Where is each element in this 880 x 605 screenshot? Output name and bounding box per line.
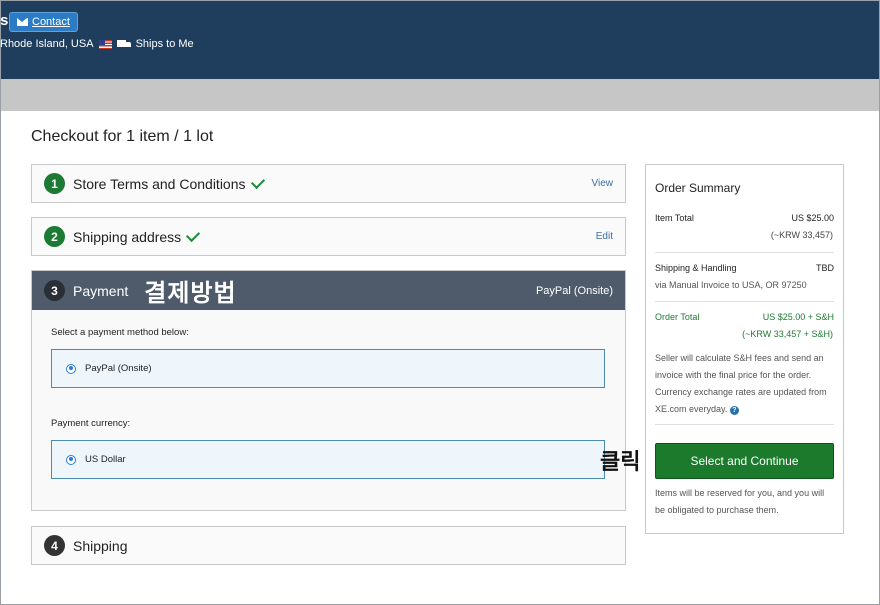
order-total-label: Order Total xyxy=(655,312,700,322)
payment-annotation: 결제방법 xyxy=(144,279,237,307)
header-title-fragment: s xyxy=(0,12,9,29)
sh-fee-note-text: Seller will calculate S&H fees and send … xyxy=(655,353,827,414)
order-total-row: Order Total US $25.00 + S&H xyxy=(655,312,834,322)
sh-fee-note: Seller will calculate S&H fees and send … xyxy=(655,350,835,418)
step-store-terms[interactable]: 1 Store Terms and Conditions View xyxy=(31,164,626,203)
site-header: s Contact Rhode Island, USA Ships to Me xyxy=(0,0,880,79)
edit-address-link[interactable]: Edit xyxy=(596,231,613,242)
step-label: Payment xyxy=(73,282,129,299)
step-number: 3 xyxy=(44,280,65,301)
item-total-value: US $25.00 xyxy=(791,213,834,223)
view-terms-link[interactable]: View xyxy=(592,178,614,189)
step-number: 1 xyxy=(44,173,65,194)
check-icon xyxy=(186,227,201,242)
order-total-value: US $25.00 + S&H xyxy=(762,312,834,322)
radio-selected[interactable] xyxy=(66,454,76,465)
click-annotation: 클릭 xyxy=(600,450,641,475)
check-icon xyxy=(250,174,265,189)
step-payment: 3 Payment 결제방법 PayPal (Onsite) Select a … xyxy=(31,270,626,511)
shipping-label: Shipping & Handling xyxy=(655,263,737,273)
divider xyxy=(655,301,834,302)
us-flag-icon xyxy=(98,39,112,49)
step-label: Shipping xyxy=(73,537,128,554)
select-and-continue-button[interactable]: Select and Continue xyxy=(655,443,834,479)
help-icon[interactable]: ? xyxy=(729,406,739,415)
selected-payment-summary: PayPal (Onsite) xyxy=(535,284,613,297)
shipping-row: Shipping & Handling TBD xyxy=(655,263,834,273)
step-label: Shipping address xyxy=(73,228,182,245)
item-total-label: Item Total xyxy=(655,213,694,223)
paypal-option-label: PayPal (Onsite) xyxy=(85,363,152,374)
page-title: Checkout for 1 item / 1 lot xyxy=(31,128,214,145)
payment-method-prompt: Select a payment method below: xyxy=(51,327,189,338)
divider xyxy=(655,252,834,253)
usd-option-label: US Dollar xyxy=(85,454,126,465)
item-total-row: Item Total US $25.00 xyxy=(655,213,834,223)
order-total-krw: (~KRW 33,457 + S&H) xyxy=(742,329,833,339)
item-total-krw: (~KRW 33,457) xyxy=(770,230,833,240)
shipping-value: TBD xyxy=(816,263,834,273)
step-shipping[interactable]: 4 Shipping xyxy=(31,526,626,565)
step-number: 2 xyxy=(44,226,65,247)
payment-currency-prompt: Payment currency: xyxy=(51,418,131,429)
sub-header-bar xyxy=(0,79,880,111)
step-number: 4 xyxy=(44,535,65,556)
seller-location: Rhode Island, USA Ships to Me xyxy=(0,38,194,50)
truck-icon xyxy=(116,39,131,49)
radio-selected[interactable] xyxy=(66,363,76,374)
reserve-note: Items will be reserved for you, and you … xyxy=(655,488,825,515)
step-label: Store Terms and Conditions xyxy=(73,175,246,192)
divider xyxy=(655,424,834,425)
paypal-option[interactable]: PayPal (Onsite) xyxy=(51,349,605,388)
shipping-via: via Manual Invoice to USA, OR 97250 xyxy=(655,280,807,290)
order-summary-title: Order Summary xyxy=(655,181,741,195)
payment-header: 3 Payment 결제방법 PayPal (Onsite) xyxy=(32,271,625,310)
contact-button[interactable]: Contact xyxy=(9,12,78,32)
location-text: Rhode Island, USA xyxy=(0,38,94,50)
currency-usd-option[interactable]: US Dollar xyxy=(51,440,605,479)
ships-label: Ships to Me xyxy=(135,38,194,50)
envelope-icon xyxy=(17,18,28,26)
step-shipping-address[interactable]: 2 Shipping address Edit xyxy=(31,217,626,256)
order-summary: Order Summary Item Total US $25.00 (~KRW… xyxy=(645,164,844,534)
contact-label: Contact xyxy=(32,16,70,28)
